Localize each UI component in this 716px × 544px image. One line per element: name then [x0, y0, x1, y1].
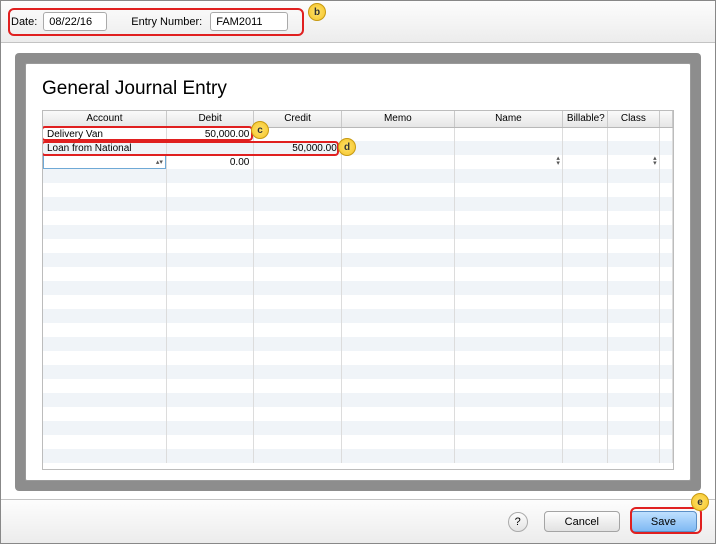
table-row[interactable] [43, 281, 673, 295]
table-row[interactable] [43, 211, 673, 225]
table-row[interactable] [43, 295, 673, 309]
table-row[interactable] [43, 435, 673, 449]
cancel-button[interactable]: Cancel [544, 511, 620, 532]
col-class[interactable]: Class [608, 111, 659, 127]
table-row[interactable] [43, 365, 673, 379]
table-row[interactable] [43, 309, 673, 323]
cell-billable[interactable] [562, 127, 607, 141]
content-backdrop: General Journal Entry Account Debit Cred… [15, 53, 701, 491]
cell-account[interactable]: Loan from National [43, 141, 166, 155]
cell-account[interactable]: Delivery Van [43, 127, 166, 141]
cell-gutter [659, 127, 672, 141]
page-title: General Journal Entry [42, 78, 674, 100]
help-button[interactable]: ? [508, 512, 528, 532]
cell-name[interactable] [454, 127, 562, 141]
col-memo[interactable]: Memo [341, 111, 454, 127]
table-row[interactable]: Delivery Van 50,000.00 [43, 127, 673, 141]
table-row[interactable] [43, 351, 673, 365]
cell-memo[interactable] [341, 155, 454, 169]
entry-number-field[interactable] [210, 12, 288, 31]
table-row[interactable] [43, 239, 673, 253]
column-header-row: Account Debit Credit Memo Name Billable?… [43, 111, 673, 127]
col-credit[interactable]: Credit [254, 111, 341, 127]
save-button[interactable]: Save [630, 511, 697, 532]
cell-billable[interactable] [562, 155, 607, 169]
table-row[interactable] [43, 253, 673, 267]
cell-debit[interactable]: 50,000.00 [166, 127, 253, 141]
table-row[interactable] [43, 197, 673, 211]
dropdown-icon[interactable]: ▴▾ [43, 155, 166, 169]
col-scroll-gutter [659, 111, 672, 127]
table-row[interactable] [43, 323, 673, 337]
entry-number-label: Entry Number: [131, 16, 202, 28]
col-name[interactable]: Name [454, 111, 562, 127]
col-billable[interactable]: Billable? [562, 111, 607, 127]
journal-grid: Account Debit Credit Memo Name Billable?… [42, 110, 674, 470]
table-row[interactable] [43, 421, 673, 435]
table-row[interactable] [43, 169, 673, 183]
cell-gutter [659, 141, 672, 155]
cell-gutter [659, 155, 672, 169]
bottom-toolbar: ? Cancel Save [1, 499, 715, 543]
table-row[interactable]: Loan from National 50,000.00 [43, 141, 673, 155]
table-row[interactable] [43, 449, 673, 463]
dropdown-icon[interactable]: ▴▾ [653, 156, 657, 166]
cell-credit[interactable] [254, 127, 341, 141]
table-row[interactable] [43, 225, 673, 239]
table-row-active[interactable]: ▴▾ 0.00 ▴▾ ▴▾ [43, 155, 673, 169]
cell-credit[interactable]: 50,000.00 [254, 141, 341, 155]
date-field[interactable] [43, 12, 107, 31]
table-row[interactable] [43, 183, 673, 197]
dropdown-icon[interactable]: ▴▾ [556, 156, 560, 166]
cell-credit[interactable] [254, 155, 341, 169]
cell-class[interactable]: ▴▾ [608, 155, 659, 169]
col-account[interactable]: Account [43, 111, 166, 127]
top-toolbar: Date: Entry Number: [1, 1, 715, 43]
journal-entry-panel: General Journal Entry Account Debit Cred… [25, 63, 691, 481]
help-icon: ? [515, 516, 521, 528]
cell-name[interactable] [454, 141, 562, 155]
cell-memo[interactable] [341, 141, 454, 155]
cell-account-active[interactable]: ▴▾ [43, 155, 166, 169]
cell-class[interactable] [608, 141, 659, 155]
cell-class[interactable] [608, 127, 659, 141]
table-row[interactable] [43, 267, 673, 281]
table-row[interactable] [43, 337, 673, 351]
cell-billable[interactable] [562, 141, 607, 155]
date-label: Date: [11, 16, 37, 28]
cell-name[interactable]: ▴▾ [454, 155, 562, 169]
cell-memo[interactable] [341, 127, 454, 141]
cell-debit-active[interactable]: 0.00 [166, 155, 253, 169]
cell-debit[interactable] [166, 141, 253, 155]
table-row[interactable] [43, 393, 673, 407]
col-debit[interactable]: Debit [166, 111, 253, 127]
table-row[interactable] [43, 407, 673, 421]
table-row[interactable] [43, 379, 673, 393]
